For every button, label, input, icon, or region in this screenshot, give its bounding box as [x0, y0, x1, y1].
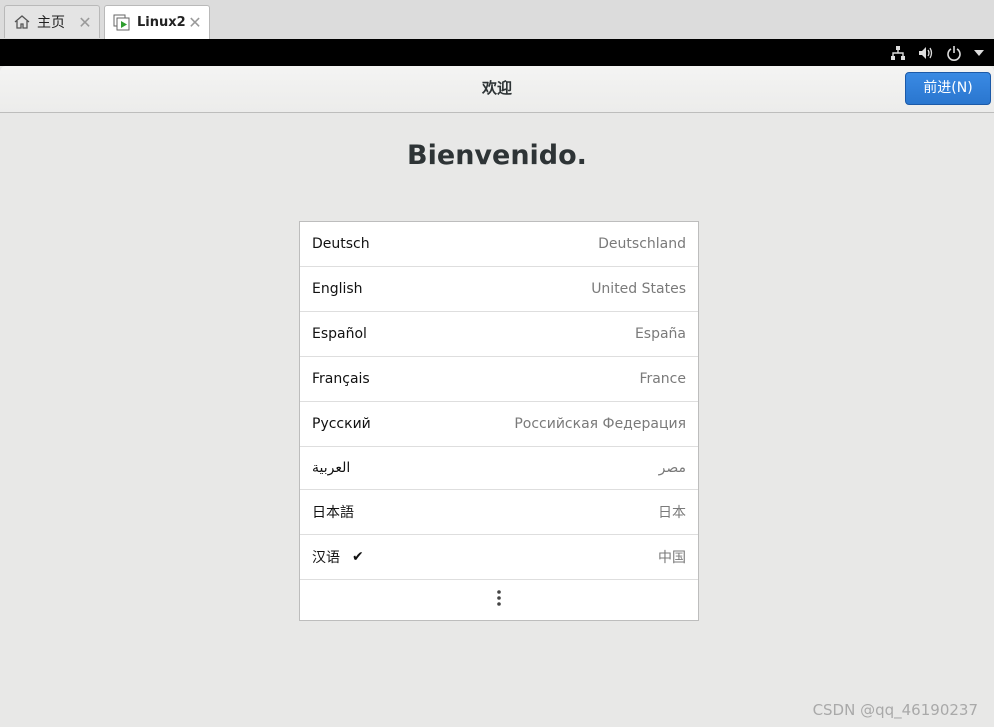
language-region: 日本: [658, 505, 686, 521]
language-region: 中国: [658, 550, 686, 566]
more-vertical-icon: [497, 589, 501, 611]
language-row-deutsch[interactable]: Deutsch Deutschland: [300, 222, 698, 267]
language-region: Российская Федерация: [514, 416, 686, 432]
next-button[interactable]: 前进(N): [905, 72, 991, 105]
page-title: 欢迎: [481, 79, 512, 97]
vm-icon: [113, 14, 131, 32]
language-row-russian[interactable]: Русский Российская Федерация: [300, 402, 698, 447]
language-region: مصر: [658, 460, 686, 476]
system-top-bar: [0, 39, 994, 66]
close-icon[interactable]: ✕: [77, 13, 93, 32]
volume-icon[interactable]: [918, 45, 934, 61]
language-region: United States: [591, 281, 686, 297]
header-bar: 欢迎 前进(N): [0, 66, 994, 113]
dropdown-arrow-icon[interactable]: [974, 49, 984, 57]
close-icon[interactable]: ✕: [187, 13, 203, 32]
checkmark-icon: ✔: [352, 549, 364, 565]
network-icon[interactable]: [890, 45, 906, 61]
tab-label: Linux2: [137, 15, 186, 30]
power-icon[interactable]: [946, 45, 962, 61]
language-name: Deutsch: [312, 236, 370, 252]
welcome-heading: Bienvenido.: [407, 140, 587, 171]
language-row-espanol[interactable]: Español España: [300, 312, 698, 357]
language-name: العربية: [312, 460, 351, 476]
language-name: Français: [312, 371, 370, 387]
more-languages-button[interactable]: [300, 580, 698, 620]
tab-linux2[interactable]: Linux2 ✕: [104, 5, 210, 39]
tab-label: 主页: [37, 15, 65, 31]
language-row-japanese[interactable]: 日本語 日本: [300, 490, 698, 535]
language-region: France: [639, 371, 686, 387]
language-name: Español: [312, 326, 367, 342]
home-icon: [13, 13, 31, 31]
language-region: Deutschland: [598, 236, 686, 252]
language-name: Русский: [312, 416, 371, 432]
language-name: 汉语: [312, 550, 340, 566]
language-list: Deutsch Deutschland English United State…: [299, 221, 699, 621]
language-region: España: [634, 326, 686, 342]
language-row-francais[interactable]: Français France: [300, 357, 698, 402]
language-row-chinese[interactable]: 汉语 ✔ 中国: [300, 535, 698, 580]
tab-strip: 主页 ✕ Linux2 ✕: [0, 0, 994, 39]
language-name: 日本語: [312, 505, 354, 521]
tab-home[interactable]: 主页 ✕: [4, 5, 100, 38]
language-row-arabic[interactable]: العربية مصر: [300, 447, 698, 490]
watermark: CSDN @qq_46190237: [812, 701, 978, 719]
language-row-english[interactable]: English United States: [300, 267, 698, 312]
language-name: English: [312, 281, 363, 297]
